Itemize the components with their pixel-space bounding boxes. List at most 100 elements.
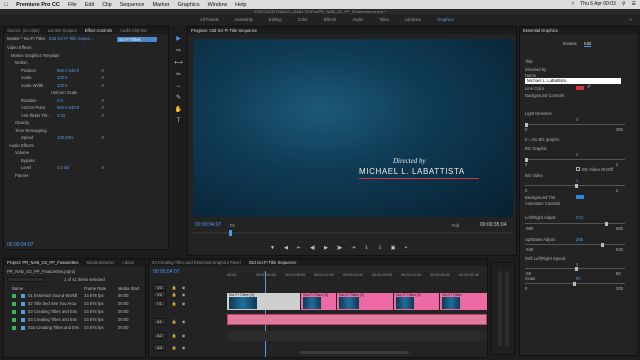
tab-audio-clip-mixer[interactable]: Audio Clip Mix — [120, 28, 147, 33]
add-button-icon[interactable]: + — [405, 245, 408, 251]
effect-clip-bar[interactable]: Sci-Fi Titles — [117, 37, 157, 42]
reset-icon[interactable]: ↺ — [101, 113, 105, 118]
tab-edit[interactable]: Edit — [584, 41, 592, 47]
bg-video-slider[interactable] — [525, 183, 625, 188]
clock[interactable]: Thu 6 Apr 00:03 — [580, 1, 616, 7]
reset-icon[interactable]: ↺ — [101, 98, 105, 103]
project-item[interactable]: 03 Creating Titles and Ess — [12, 317, 77, 322]
razor-icon[interactable]: ✂ — [176, 71, 181, 78]
reset-icon[interactable]: ↺ — [101, 83, 105, 88]
effect-row[interactable]: Audio Effects — [7, 142, 168, 150]
menu-file[interactable]: File — [68, 2, 77, 8]
bg-graphic-value[interactable]: 0 — [576, 152, 578, 157]
effect-row[interactable]: Bypass — [7, 157, 168, 165]
track-label[interactable]: V1 — [153, 299, 166, 307]
title-clip-2[interactable]: Sci-Fi Titles [V] — [301, 293, 336, 310]
project-item[interactable]: 03 Creating Titles and Ess — [12, 309, 77, 314]
lr-adjust-value[interactable]: 573 — [576, 215, 583, 220]
effect-row[interactable]: Anti-flicker Filt... 0.00 ↺ — [7, 112, 168, 120]
zoom-dropdown[interactable]: Fit — [230, 223, 235, 228]
slip-icon[interactable]: ↔ — [176, 83, 182, 89]
reset-icon[interactable]: ↺ — [101, 75, 105, 80]
track-header[interactable]: V1 🔒 ◉ — [153, 299, 185, 307]
bg-video-value[interactable]: 1 — [576, 178, 578, 183]
menu-sequence[interactable]: Sequence — [120, 2, 145, 8]
name-field[interactable]: Michael L. LaBattista — [525, 78, 621, 84]
tab-lumetri-scopes[interactable]: Lumetri Scopes — [48, 28, 77, 33]
workspace-graphics[interactable]: Graphics — [429, 17, 462, 22]
lock-icon[interactable]: 🔒 — [172, 292, 177, 297]
workspace-color[interactable]: Color — [290, 17, 316, 22]
program-scrubber[interactable] — [193, 230, 513, 236]
tab-libraries[interactable]: Librari — [122, 260, 134, 265]
menu-marker[interactable]: Marker — [152, 2, 169, 8]
title-clip-1[interactable]: Sci-Fi Titles [V] — [227, 293, 300, 310]
effect-controls-timecode[interactable]: 00:00:04:07 — [7, 242, 33, 248]
scale-slider[interactable] — [525, 281, 625, 286]
track-header[interactable]: V2 🔒 ◉ — [153, 290, 185, 298]
tab-browse[interactable]: Browse — [563, 41, 577, 46]
playhead-icon[interactable] — [229, 230, 232, 236]
title-clip-4[interactable]: Sci-Fi Titles [V] — [394, 293, 439, 310]
menu-list-icon[interactable]: ☰ — [632, 1, 636, 7]
eyedropper-icon[interactable]: ✐ — [587, 84, 591, 90]
lock-icon[interactable]: 🔒 — [172, 301, 177, 306]
overwrite-icon[interactable]: ⇩ — [378, 245, 382, 251]
lock-icon[interactable]: 🔒 — [172, 345, 177, 350]
project-search-input[interactable] — [7, 277, 45, 282]
timeline-zoom-bar[interactable] — [227, 266, 487, 273]
playback-quality-dropdown[interactable]: Full — [452, 223, 459, 228]
reset-icon[interactable]: ↺ — [101, 68, 105, 73]
mark-out-icon[interactable]: ◀ — [284, 245, 288, 251]
lock-icon[interactable]: 🔒 — [172, 319, 177, 324]
reset-icon[interactable]: ↺ — [101, 165, 105, 170]
reset-icon[interactable]: ↺ — [101, 105, 105, 110]
export-frame-icon[interactable]: ▣ — [391, 245, 396, 251]
effect-row[interactable]: Time Remapping — [7, 127, 168, 135]
program-monitor-title[interactable]: Program: 03d Sci-Fi Title Sequence — [191, 28, 257, 33]
toggle-output-icon[interactable]: ◉ — [182, 319, 186, 324]
bg-tint-swatch[interactable] — [576, 195, 584, 199]
track-label[interactable]: A3 — [153, 343, 166, 351]
effect-row-value[interactable]: 960.0 540.0 — [57, 105, 79, 110]
menu-window[interactable]: Window — [208, 2, 228, 8]
tab-effect-controls[interactable]: Effect Controls — [85, 28, 112, 33]
effect-row[interactable]: Volume — [7, 149, 168, 157]
menu-help[interactable]: Help — [235, 2, 246, 8]
lock-icon[interactable]: 🔒 — [172, 285, 177, 290]
workspace-editing[interactable]: Editing — [261, 17, 290, 22]
timeline-scrollbar[interactable] — [299, 351, 409, 354]
step-back-icon[interactable]: ◀| — [310, 245, 315, 251]
audio-clip[interactable] — [227, 314, 487, 325]
workspace-libraries[interactable]: Libraries — [397, 17, 429, 22]
title-clip-5[interactable]: Sci-Fi Titles — [440, 293, 487, 310]
lock-icon[interactable]: 🔒 — [172, 333, 177, 338]
master-clip-label[interactable]: Master * Sci-Fi Titles — [7, 36, 45, 41]
go-to-in-icon[interactable]: ⇤ — [297, 245, 301, 251]
ripple-edit-icon[interactable]: ⟷ — [174, 59, 183, 66]
type-icon[interactable]: T — [177, 118, 181, 124]
track-label[interactable]: V2 — [153, 290, 166, 298]
menu-clip[interactable]: Clip — [102, 2, 111, 8]
toggle-output-icon[interactable]: ◉ — [182, 285, 186, 290]
time-ruler[interactable]: 00:00 00:00:04:00 00:00:08:00 00:00:12:00 00… — [227, 273, 487, 281]
essential-graphics-title[interactable]: Essential Graphics — [523, 28, 558, 33]
project-item[interactable]: 03a Creating Titles and Ess — [12, 325, 79, 330]
effect-row[interactable]: Rotation 0.0 ↺ — [7, 97, 168, 105]
menu-graphics[interactable]: Graphics — [178, 2, 200, 8]
ud-adjust-slider[interactable] — [525, 242, 625, 247]
track-header[interactable]: A2 🔒 ◉ — [153, 331, 185, 339]
hand-icon[interactable]: ✋ — [175, 106, 182, 113]
ud-adjust-value[interactable]: 285 — [576, 237, 583, 242]
effect-row-value[interactable]: 100.00% — [57, 135, 74, 140]
track-label[interactable]: A2 — [153, 331, 166, 339]
effect-row[interactable]: Anchor Point 960.0 540.0 ↺ — [7, 104, 168, 112]
column-frame-rate[interactable]: Frame Rate — [84, 286, 106, 291]
track-header[interactable]: A1 🔒 ◉ — [153, 317, 185, 325]
bg-video-checkbox[interactable] — [576, 167, 580, 171]
effect-row[interactable]: Motion — [7, 59, 168, 67]
workspace-overflow-icon[interactable]: » — [629, 17, 632, 23]
effect-row[interactable]: Speed 100.00% ↺ — [7, 134, 168, 142]
light-direction-slider[interactable] — [525, 122, 625, 127]
timeline-timecode[interactable]: 00:00:04:07 — [153, 269, 179, 275]
